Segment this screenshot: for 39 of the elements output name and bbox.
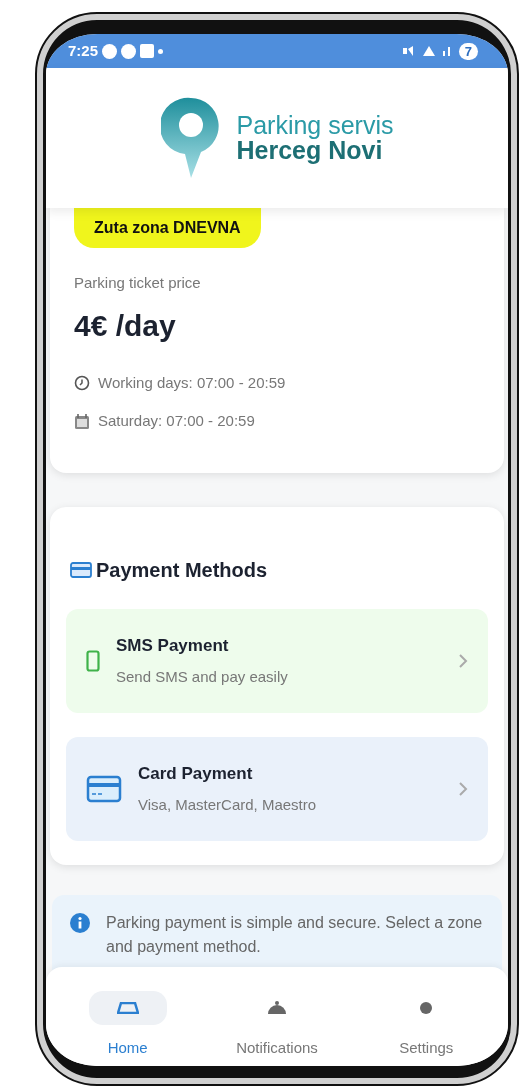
price-text: 4€ /day bbox=[74, 307, 177, 344]
logo-subtitle: Herceg Novi bbox=[236, 138, 384, 163]
bell-icon bbox=[266, 1000, 287, 1015]
option-title: Card Payment bbox=[138, 762, 254, 785]
wifi-icon bbox=[422, 46, 435, 56]
mute-icon bbox=[402, 46, 415, 56]
status-time: 7:25 bbox=[68, 40, 99, 61]
option-title: SMS Payment bbox=[116, 634, 230, 657]
more-notifications-icon bbox=[158, 48, 164, 54]
option-subtitle: Visa, MasterCard, Maestro bbox=[138, 795, 318, 815]
schedule-text: Working days: 07:00 - 20:59 bbox=[98, 372, 286, 393]
car-icon bbox=[116, 1001, 139, 1014]
payment-option[interactable]: SMS Payment Send SMS and pay easily bbox=[66, 608, 488, 713]
option-subtitle: Send SMS and pay easily bbox=[116, 667, 289, 687]
clock-icon bbox=[74, 374, 90, 391]
app-notification-icon bbox=[140, 44, 155, 58]
app-notification-icon bbox=[121, 43, 137, 59]
nav-tab[interactable]: Home bbox=[88, 990, 167, 1066]
chevron-right-icon bbox=[458, 652, 468, 669]
signal-icon bbox=[442, 46, 451, 56]
credit-card-icon bbox=[70, 560, 92, 579]
zone-badge: Zuta zona DNEVNA bbox=[74, 208, 261, 248]
logo-pin-icon bbox=[160, 96, 221, 180]
app-notification-icon bbox=[102, 43, 118, 59]
price-label: Parking ticket price bbox=[74, 273, 202, 293]
nav-tab[interactable]: Settings bbox=[387, 990, 466, 1066]
calendar-icon bbox=[74, 412, 90, 430]
section-title: Payment Methods bbox=[96, 557, 268, 583]
info-text: Parking payment is simple and secure. Select a zone and payment method. bbox=[106, 912, 484, 957]
dot-icon bbox=[420, 1001, 433, 1014]
logo-title: Parking servis bbox=[236, 113, 394, 138]
nav-tab[interactable]: Notifications bbox=[236, 990, 318, 1066]
payment-option[interactable]: Card Payment Visa, MasterCard, Maestro bbox=[66, 736, 488, 841]
schedule-text: Saturday: 07:00 - 20:59 bbox=[98, 411, 255, 431]
info-icon bbox=[70, 912, 90, 933]
phone-icon bbox=[86, 649, 100, 672]
credit-card-icon bbox=[86, 774, 122, 803]
chevron-right-icon bbox=[458, 780, 468, 797]
battery-level: 7 bbox=[458, 42, 478, 60]
